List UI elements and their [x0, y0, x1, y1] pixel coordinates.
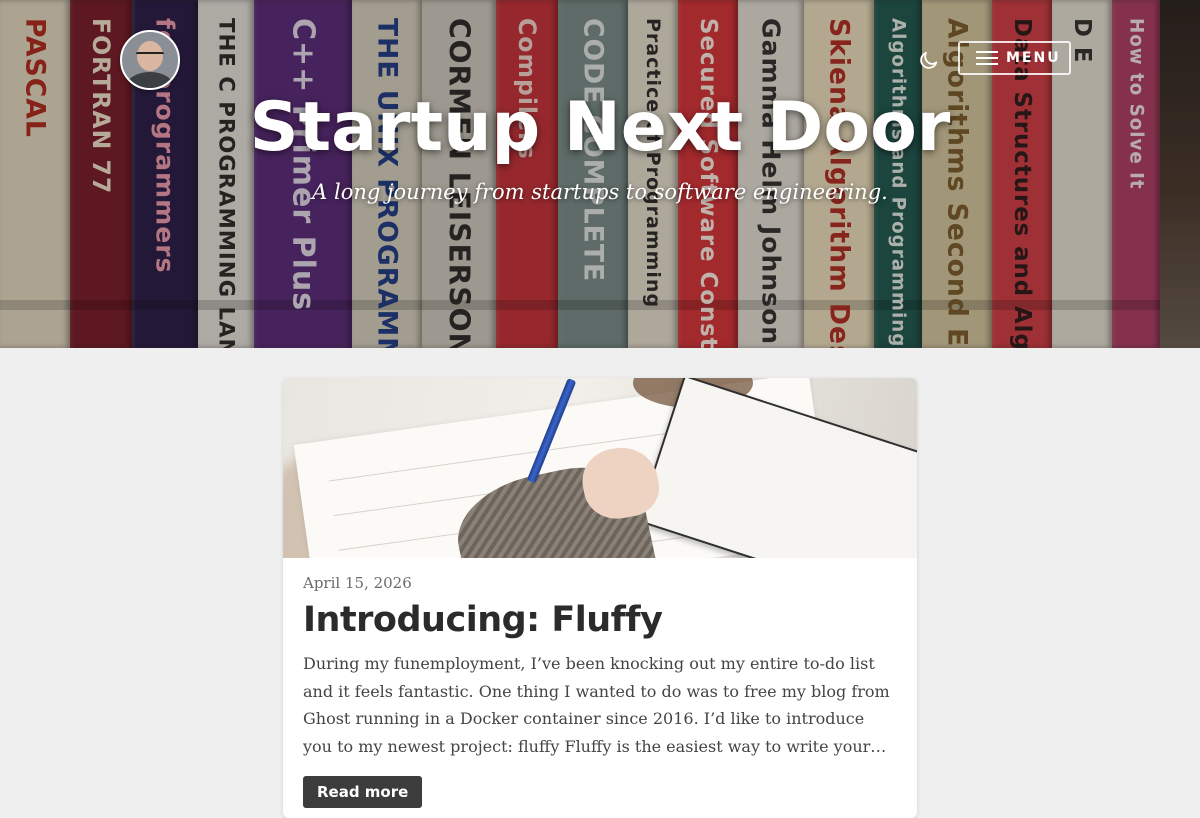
site-title[interactable]: Startup Next Door — [0, 88, 1200, 167]
post-feature-image[interactable] — [283, 378, 917, 558]
menu-label: MENU — [1006, 50, 1061, 66]
menu-button[interactable]: MENU — [958, 41, 1071, 75]
read-more-button[interactable]: Read more — [303, 776, 423, 808]
post-title[interactable]: Introducing: Fluffy — [303, 600, 897, 640]
post-date: April 15, 2026 — [303, 574, 412, 592]
post-card-body: April 15, 2026 Introducing: Fluffy Durin… — [283, 558, 917, 808]
author-avatar[interactable] — [120, 30, 180, 90]
site-header: PASCAL FORTRAN 77 for programmers THE C PRO… — [0, 0, 1200, 348]
theme-toggle-button[interactable] — [916, 45, 942, 71]
moon-icon — [920, 51, 938, 69]
image-notebook — [636, 378, 917, 558]
avatar-glasses — [136, 52, 164, 60]
post-card[interactable]: April 15, 2026 Introducing: Fluffy Durin… — [283, 378, 917, 818]
hamburger-icon — [976, 51, 998, 65]
site-description: A long journey from startups to software… — [312, 180, 888, 204]
post-excerpt: During my funemployment, I’ve been knock… — [303, 654, 890, 756]
